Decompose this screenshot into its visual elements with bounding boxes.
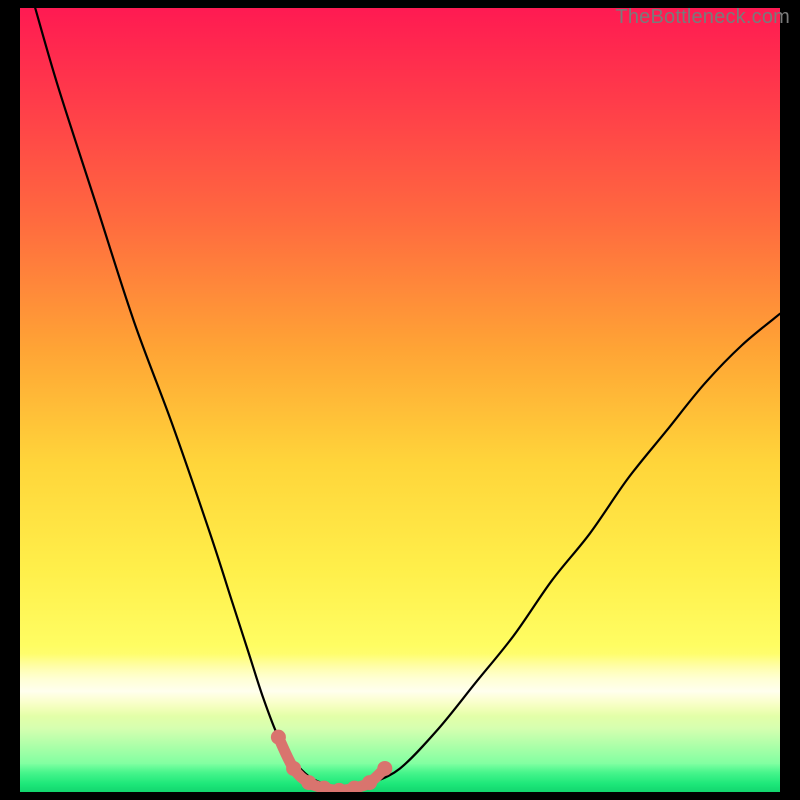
- optimal-zone-dot: [301, 775, 316, 790]
- bottleneck-curve: [35, 8, 780, 792]
- curve-svg: [20, 8, 780, 792]
- optimal-zone-dot: [332, 783, 347, 792]
- watermark-text: TheBottleneck.com: [615, 6, 790, 29]
- optimal-zone-dot: [286, 761, 301, 776]
- optimal-zone-dot: [377, 761, 392, 776]
- optimal-zone-dot: [271, 730, 286, 745]
- chart-stage: TheBottleneck.com: [0, 0, 800, 800]
- optimal-zone-markers: [271, 730, 392, 792]
- plot-area: [20, 8, 780, 792]
- optimal-zone-dot: [362, 775, 377, 790]
